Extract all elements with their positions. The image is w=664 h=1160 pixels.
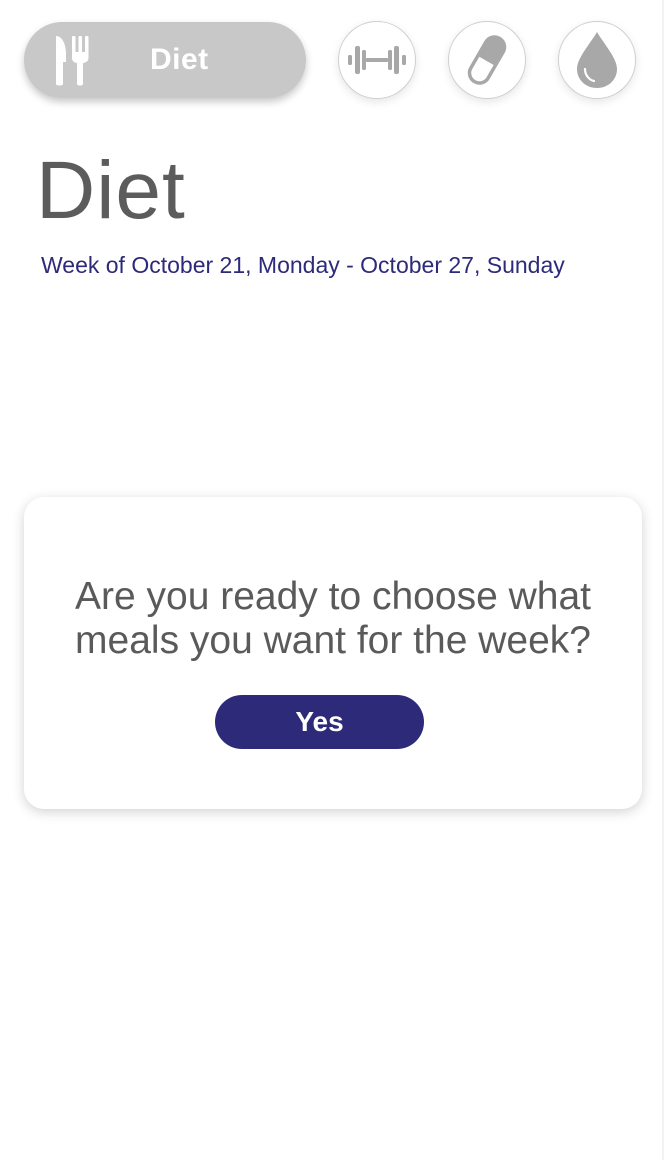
water-drop-icon [574,30,620,90]
nav-tab-medication[interactable] [448,21,526,99]
fork-knife-icon [52,32,96,88]
nav-tab-exercise[interactable] [338,21,416,99]
nav-tab-diet[interactable]: Diet [24,22,306,98]
week-range-subtitle: Week of October 21, Monday - October 27,… [41,252,565,278]
page-title: Diet [36,145,186,236]
meal-planning-prompt-card: Are you ready to choose what meals you w… [24,497,642,809]
nav-tab-water[interactable] [558,21,636,99]
diet-screen: Diet Diet Week of October 21, Monday - O… [0,0,664,1160]
meal-planning-question: Are you ready to choose what meals you w… [75,575,591,662]
dumbbell-icon [346,40,408,80]
nav-tab-diet-label: Diet [150,43,209,76]
pill-icon [465,32,509,88]
top-navigation: Diet [0,0,664,130]
yes-button[interactable]: Yes [215,695,424,749]
